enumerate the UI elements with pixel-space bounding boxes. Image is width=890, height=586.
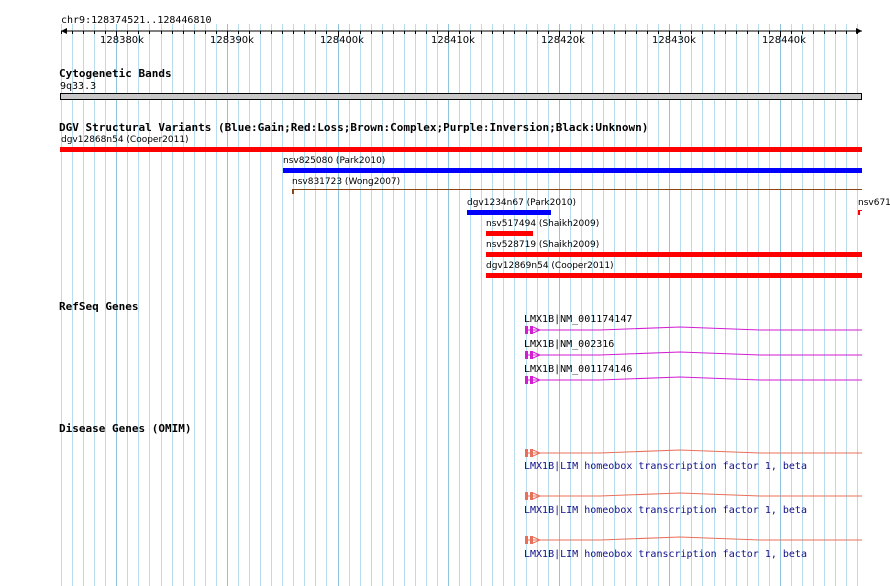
genome-browser-panel: chr9:128374521..128446810 128380k 128390…: [0, 0, 890, 586]
omim-gene-label: LMX1B|LIM homeobox transcription factor …: [524, 549, 807, 560]
omim-gene-model[interactable]: [0, 0, 890, 586]
omim-gene-label: LMX1B|LIM homeobox transcription factor …: [524, 505, 807, 516]
omim-gene-label: LMX1B|LIM homeobox transcription factor …: [524, 461, 807, 472]
